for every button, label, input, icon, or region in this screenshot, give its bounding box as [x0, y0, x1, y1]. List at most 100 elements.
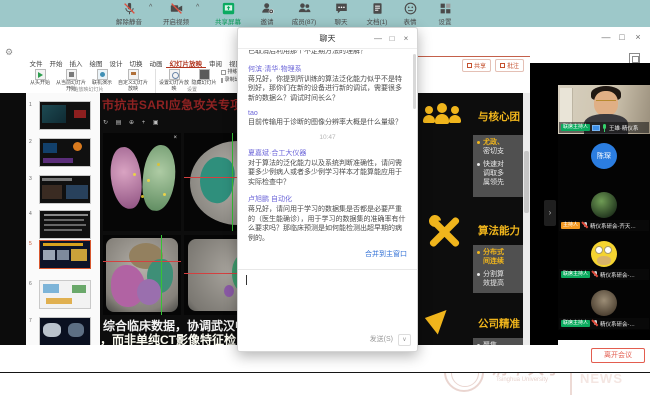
start-video-button[interactable]: 开启视频 [158, 2, 194, 26]
mic-on-icon [602, 124, 607, 132]
chat-window-controls: — □ × [371, 32, 413, 45]
chat-message-list[interactable]: 已取消后利用那个不定期方法的理解？ 何滨·清华·物理系 蒋兄好，你提到所训练的算… [238, 50, 417, 269]
members-icon [298, 2, 311, 15]
from-beginning-button[interactable]: 从头开始 [28, 69, 52, 87]
chat-input-area[interactable] [238, 269, 417, 331]
documents-button[interactable]: 文档(1) [360, 2, 394, 26]
share-icon [467, 63, 472, 68]
chat-message-text: 对于算法的泛化能力以及系统判断准确性，请问需要多少例病人或者多少例学习样本才能算… [248, 159, 407, 188]
chat-maximize-button[interactable]: □ [385, 32, 399, 45]
participant-tile-4[interactable]: 联席主持人 精仪系研会-… [558, 232, 650, 281]
avatar [591, 241, 617, 267]
participant-tile-2[interactable]: 陈琛 [558, 134, 650, 183]
text-caret [246, 275, 247, 285]
avatar [591, 290, 617, 316]
ppt-left-margin [0, 93, 26, 345]
host-badge: 主持人 [561, 222, 580, 229]
record-icon [221, 78, 223, 83]
comments-button[interactable]: 批注 [495, 59, 524, 72]
mic-muted-icon [592, 271, 598, 279]
mic-options-caret[interactable]: ^ [149, 4, 152, 11]
participant-name: 王雄·精仪系 [609, 124, 647, 132]
chat-close-button[interactable]: × [399, 32, 413, 45]
maximize-button[interactable]: □ [614, 30, 630, 44]
gear-icon[interactable]: ⚙ [5, 47, 15, 57]
avatar [591, 192, 617, 218]
share-button[interactable]: 共享 [462, 59, 491, 72]
invite-button[interactable]: 邀请 [252, 2, 282, 26]
unmute-button[interactable]: 解除静音 [111, 2, 147, 26]
tab-draw[interactable]: 绘图 [86, 56, 106, 68]
tab-file[interactable]: 文件 [26, 56, 46, 68]
send-button[interactable]: 发送(S) [370, 334, 393, 344]
ppt-scrollbar[interactable] [523, 93, 530, 345]
chat-footer: 发送(S) ∨ [238, 329, 417, 351]
members-button[interactable]: 成员(87) [286, 2, 322, 26]
participants-sidebar: 联席主持人 王雄·精仪系 陈琛 主持人 精仪系研会-齐天… 联席主持人 [558, 63, 650, 340]
chat-titlebar: 聊天 — □ × [238, 28, 417, 49]
chat-timestamp: 10:47 [248, 134, 407, 141]
participant-name: 精仪系研会-… [600, 320, 647, 328]
tab-home[interactable]: 开始 [46, 56, 66, 68]
mic-muted-icon [592, 320, 598, 328]
tab-animations[interactable]: 动画 [146, 56, 166, 68]
ribbon-group-label: 开始放映幻灯片 [30, 86, 142, 93]
panel-box-3: 聚焦 [473, 338, 523, 345]
chat-sender-name: 夏嘉斌·合工大仪器 [248, 148, 407, 158]
panel-heading-1: 与核心团 [478, 109, 520, 124]
share-screen-button[interactable]: 共享屏幕 [210, 2, 246, 26]
participant-name: 精仪系研会-… [600, 271, 647, 279]
play-current-icon [66, 69, 77, 80]
chat-scrollbar[interactable] [413, 54, 416, 109]
close-button[interactable]: × [630, 30, 646, 44]
mic-muted-icon [123, 2, 136, 15]
team-people-icon [425, 103, 465, 133]
online-icon [97, 69, 108, 80]
chat-minimize-button[interactable]: — [371, 32, 385, 45]
participant-tile-3[interactable]: 主持人 精仪系研会-齐天… [558, 183, 650, 232]
participant-label: 主持人 精仪系研会-齐天… [559, 220, 649, 231]
viewer-toolbar-icons: ↻ ▤ ⊕ + ▣ [103, 119, 162, 126]
toolbar-divider [0, 372, 650, 373]
video-options-caret[interactable]: ^ [196, 4, 199, 11]
participant-label: 联席主持人 精仪系研会-… [559, 269, 649, 280]
panel-heading-3: 公司精准 [478, 316, 520, 331]
participant-tile-1[interactable]: 联席主持人 王雄·精仪系 [558, 85, 650, 134]
tab-insert[interactable]: 插入 [66, 56, 86, 68]
clock-icon [221, 70, 226, 75]
document-icon [371, 2, 384, 15]
emoji-button[interactable]: 表情 [396, 2, 424, 26]
tab-slideshow[interactable]: 幻灯片放映 [166, 56, 206, 68]
settings-button[interactable]: 设置 [428, 2, 462, 26]
panel-box-2: 分布式 间连续 分割算 效提高 [473, 245, 523, 293]
watermark-news-en: NEWS [580, 371, 623, 386]
window-controls: — □ × [598, 30, 646, 44]
hide-slide-button[interactable]: 隐藏幻灯片 [191, 69, 217, 87]
chat-sender-name: tao [248, 110, 407, 117]
chat-icon [335, 2, 348, 15]
sidebar-collapse-arrow[interactable]: › [544, 200, 556, 226]
chat-button[interactable]: 聊天 [326, 2, 356, 26]
merge-to-main-window-link[interactable]: 合并到主窗口 [248, 249, 407, 259]
cohost-badge: 联席主持人 [561, 124, 590, 131]
ct-3d-lung-image: × [103, 133, 181, 231]
panel-heading-2: 算法能力 [478, 223, 520, 238]
chat-message-text: 蒋兄好，请问用于学习的数据集是否都是必要严重的（医生能确诊），用于学习的数据集的… [248, 205, 407, 243]
present-online-button[interactable]: 联机演示 [90, 69, 114, 87]
minimize-button[interactable]: — [598, 30, 614, 44]
tab-review[interactable]: 审阅 [206, 56, 226, 68]
participant-tile-5[interactable]: 联席主持人 精仪系研会-… [558, 281, 650, 330]
leave-meeting-button[interactable]: 离开会议 [591, 348, 645, 363]
watermark-en: Tsinghua University [496, 377, 548, 383]
tab-design[interactable]: 设计 [106, 56, 126, 68]
tab-transitions[interactable]: 切换 [126, 56, 146, 68]
emoji-icon [404, 2, 417, 15]
custom-show-icon [128, 69, 139, 80]
setup-icon [169, 69, 180, 80]
slide-thumbnail-panel: 1 2 3 4 5 6 7 [26, 93, 100, 345]
ppt-titlebar-buttons: 共享 批注 [462, 59, 524, 72]
tools-icon [427, 215, 461, 249]
send-options-caret[interactable]: ∨ [398, 334, 411, 346]
cohost-badge: 联席主持人 [561, 271, 590, 278]
paper-plane-icon [425, 304, 455, 334]
